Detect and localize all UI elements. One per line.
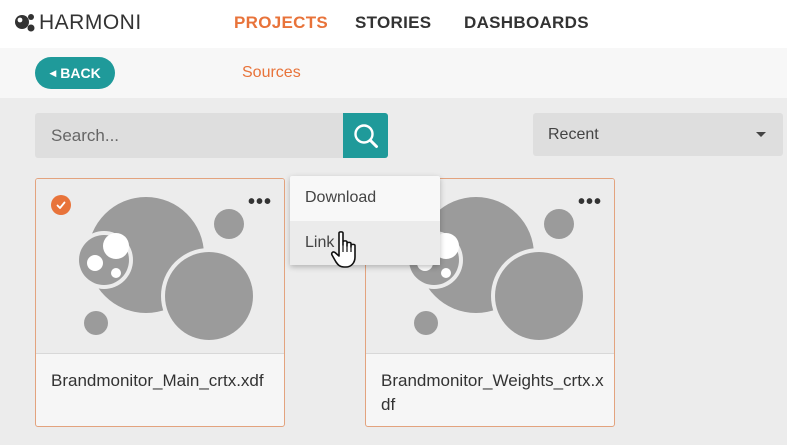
nav-projects[interactable]: PROJECTS — [234, 13, 328, 33]
harmoni-logo-icon — [15, 14, 35, 32]
logo[interactable]: HARMONI — [14, 10, 142, 36]
back-label: BACK — [60, 65, 101, 81]
checkmark-icon[interactable] — [51, 195, 71, 215]
more-options-icon[interactable]: ••• — [578, 192, 602, 212]
more-options-icon[interactable]: ••• — [248, 192, 272, 212]
sources-link[interactable]: Sources — [242, 64, 301, 82]
project-card[interactable]: ••• Brandmonitor_Main_crtx.xdf — [35, 178, 285, 427]
top-nav: HARMONI PROJECTS STORIES DASHBOARDS — [0, 0, 787, 48]
caret-down-icon — [756, 132, 766, 137]
card-name: Brandmonitor_Weights_crtx.xdf — [381, 371, 604, 414]
back-button[interactable]: ◀ BACK — [35, 57, 115, 89]
search-icon — [353, 123, 378, 148]
sort-select[interactable]: Recent — [533, 113, 783, 156]
search-button[interactable] — [343, 113, 388, 158]
menu-item-download[interactable]: Download — [290, 176, 440, 220]
sort-selected-value: Recent — [548, 125, 599, 143]
card-name: Brandmonitor_Main_crtx.xdf — [51, 371, 264, 390]
nav-stories[interactable]: STORIES — [355, 13, 431, 33]
context-menu: Download Link — [290, 176, 440, 265]
card-thumbnail — [36, 179, 284, 354]
chevron-left-icon: ◀ — [49, 67, 57, 78]
menu-item-link[interactable]: Link — [290, 221, 440, 265]
sub-nav: ◀ BACK Sources — [0, 48, 787, 98]
logo-text: HARMONI — [39, 11, 142, 34]
search-placeholder: Search... — [51, 125, 120, 145]
bubbles-icon — [75, 197, 257, 344]
hand-cursor-icon — [330, 231, 356, 268]
nav-dashboards[interactable]: DASHBOARDS — [464, 13, 589, 33]
search-input[interactable]: Search... — [35, 113, 343, 158]
